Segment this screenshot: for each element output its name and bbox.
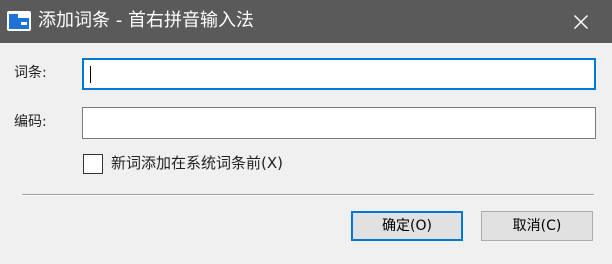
text-caret bbox=[90, 66, 91, 83]
entry-label: 词条: bbox=[14, 65, 47, 81]
separator-line bbox=[22, 194, 594, 196]
title-bar: 添加词条 - 首右拼音输入法 bbox=[0, 0, 612, 43]
code-label: 编码: bbox=[14, 114, 47, 130]
ok-button[interactable]: 确定(O) bbox=[351, 211, 463, 241]
app-folder-icon bbox=[7, 11, 31, 31]
cancel-button[interactable]: 取消(C) bbox=[481, 211, 593, 241]
add-before-system-checkbox[interactable] bbox=[83, 154, 103, 174]
code-input[interactable] bbox=[82, 107, 596, 139]
close-button[interactable] bbox=[566, 7, 596, 37]
window-title: 添加词条 - 首右拼音输入法 bbox=[38, 10, 254, 31]
add-before-system-label[interactable]: 新词添加在系统词条前(X) bbox=[111, 153, 283, 173]
close-icon bbox=[574, 15, 588, 29]
entry-input[interactable] bbox=[82, 58, 596, 90]
